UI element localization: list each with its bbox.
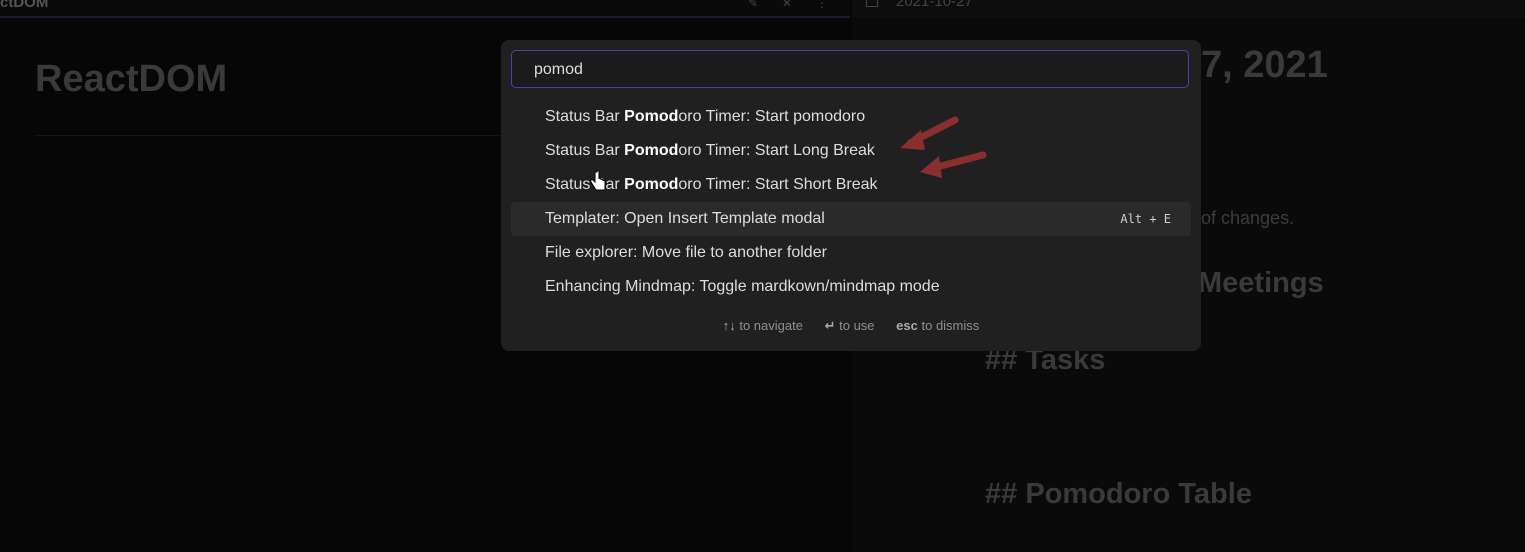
suggestion-item[interactable]: Enhancing Mindmap: Toggle mardkown/mindm…	[511, 270, 1191, 304]
suggestion-list: Status Bar Pomodoro Timer: Start pomodor…	[511, 100, 1191, 304]
enter-key: ↵	[824, 318, 836, 333]
suggestion-text: Templater: Open Insert Template modal	[545, 210, 825, 227]
navigate-label: to navigate	[739, 318, 803, 333]
suggestion-text-post: oro Timer: Start Short Break	[678, 176, 878, 193]
dismiss-label: to dismiss	[921, 318, 980, 333]
suggestion-item[interactable]: File explorer: Move file to another fold…	[511, 236, 1191, 270]
suggestion-item[interactable]: Status Bar Pomodoro Timer: Start Short B…	[511, 168, 1191, 202]
changes-text: of changes.	[1201, 208, 1295, 228]
command-search-input[interactable]	[532, 59, 1176, 81]
edit-icon[interactable]: ✎	[748, 0, 762, 10]
suggestion-text-post: oro Timer: Start Long Break	[678, 142, 875, 159]
annotation-arrow-icon	[920, 151, 987, 178]
suggestion-text-pre: Status Bar	[545, 176, 625, 193]
close-icon[interactable]: ✕	[782, 0, 796, 10]
suggestion-text-pre: Status Bar	[545, 108, 625, 125]
note-title: ReactDOM	[35, 58, 228, 100]
suggestion-match: Pomod	[624, 142, 679, 159]
command-palette: Status Bar Pomodoro Timer: Start pomodor…	[501, 40, 1201, 351]
suggestion-text-post: oro Timer: Start pomodoro	[678, 108, 866, 125]
navigate-keys: ↑↓	[722, 318, 736, 333]
hand-cursor-icon	[590, 170, 606, 191]
meetings-heading: Meetings	[1198, 267, 1324, 299]
suggestion-item[interactable]: Status Bar Pomodoro Timer: Start Long Br…	[511, 134, 1191, 168]
command-search-box[interactable]	[511, 50, 1189, 88]
suggestion-match: Pomod	[624, 108, 679, 125]
hotkey-badge: Alt + E	[1120, 212, 1171, 226]
note-date-heading: 7, 2021	[1201, 44, 1328, 86]
right-pane-header: 2021-10-27	[852, 0, 1525, 18]
file-icon	[866, 0, 878, 7]
suggestion-item-selected[interactable]: Templater: Open Insert Template modal Al…	[511, 202, 1191, 236]
left-pane-header: ctDOM ✎ ✕ ⋮	[0, 0, 850, 18]
suggestion-text: Enhancing Mindmap: Toggle mardkown/mindm…	[545, 278, 940, 295]
suggestion-match: Pomod	[624, 176, 679, 193]
more-options-icon[interactable]: ⋮	[816, 0, 830, 10]
esc-key: esc	[896, 318, 918, 333]
right-tab-title[interactable]: 2021-10-27	[896, 0, 973, 10]
annotation-arrow-icon	[900, 116, 959, 150]
suggestion-text-pre: Status Bar	[545, 142, 625, 159]
left-tab-title[interactable]: ctDOM	[0, 0, 48, 11]
suggestion-item[interactable]: Status Bar Pomodoro Timer: Start pomodor…	[511, 100, 1191, 134]
annotation-arrows	[900, 116, 987, 178]
pomodoro-table-heading: ## Pomodoro Table	[985, 478, 1252, 510]
suggestion-text: File explorer: Move file to another fold…	[545, 244, 827, 261]
palette-instructions: ↑↓ to navigate ↵ to use esc to dismiss	[501, 318, 1201, 334]
use-label: to use	[839, 318, 875, 333]
